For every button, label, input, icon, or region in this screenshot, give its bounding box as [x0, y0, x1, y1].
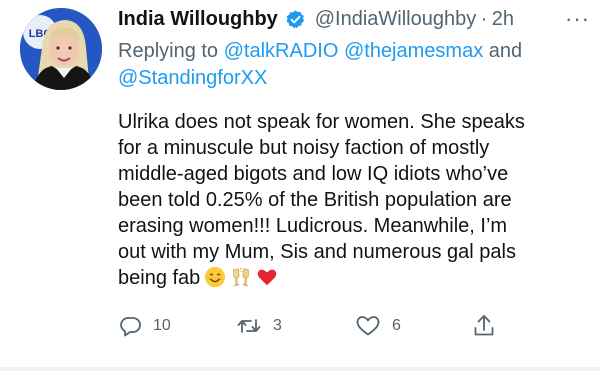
tweet-header: India Willoughby @IndiaWilloughby · 2h: [118, 8, 580, 38]
retweet-count: 3: [273, 317, 282, 334]
replying-prefix: Replying to: [118, 40, 219, 62]
tweet-text-line: middle-aged bigots and low IQ idiots who…: [118, 163, 509, 185]
divider: [0, 367, 600, 371]
tweet-text-line: being fab: [118, 267, 201, 289]
avatar[interactable]: LBC: [20, 8, 102, 90]
mention-talkradio[interactable]: @talkRADIO: [224, 40, 339, 62]
tweet-text-last-line: being fab: [118, 265, 593, 295]
tweet-timestamp[interactable]: 2h: [492, 8, 514, 30]
action-bar: 10 3 6: [118, 311, 578, 341]
smiling-face-emoji: [204, 266, 226, 295]
mention-thejamesmax[interactable]: @thejamesmax: [344, 40, 483, 62]
author-name[interactable]: India Willoughby: [118, 8, 278, 30]
share-icon[interactable]: [472, 313, 496, 339]
like-icon[interactable]: [355, 314, 381, 338]
reply-count: 10: [153, 317, 171, 334]
header-separator: ·: [480, 8, 488, 30]
like-button[interactable]: 6: [355, 311, 401, 341]
clinking-glasses-emoji: [230, 266, 252, 295]
replying-conjunction: and: [488, 40, 523, 62]
reply-button[interactable]: 10: [118, 311, 171, 341]
author-handle[interactable]: @IndiaWilloughby: [315, 8, 477, 30]
reply-icon[interactable]: [118, 314, 142, 338]
more-icon[interactable]: ···: [565, 6, 590, 32]
retweet-icon[interactable]: [236, 314, 262, 338]
tweet-text-line: been told 0.25% of the British populatio…: [118, 189, 512, 211]
tweet[interactable]: LBC India Willoughby @IndiaWilloughby ·: [0, 0, 600, 371]
share-button[interactable]: [472, 311, 496, 341]
tweet-text-line: Ulrika does not speak for women. She spe…: [118, 111, 525, 133]
verified-badge-icon: [285, 9, 306, 30]
retweet-button[interactable]: 3: [236, 311, 282, 341]
tweet-text-line: for a minuscule but noisy faction of mos…: [118, 137, 490, 159]
tweet-text-line: erasing women!!! Ludicrous. Meanwhile, I…: [118, 215, 508, 237]
tweet-text: Ulrika does not speak for women. She spe…: [118, 109, 593, 295]
tweet-text-line: out with my Mum, Sis and numerous gal pa…: [118, 241, 516, 263]
red-heart-emoji: [256, 266, 278, 295]
mention-standingforxx[interactable]: @StandingforXX: [118, 67, 267, 89]
replying-to: Replying to @talkRADIO @thejamesmax and …: [118, 38, 578, 92]
like-count: 6: [392, 317, 401, 334]
